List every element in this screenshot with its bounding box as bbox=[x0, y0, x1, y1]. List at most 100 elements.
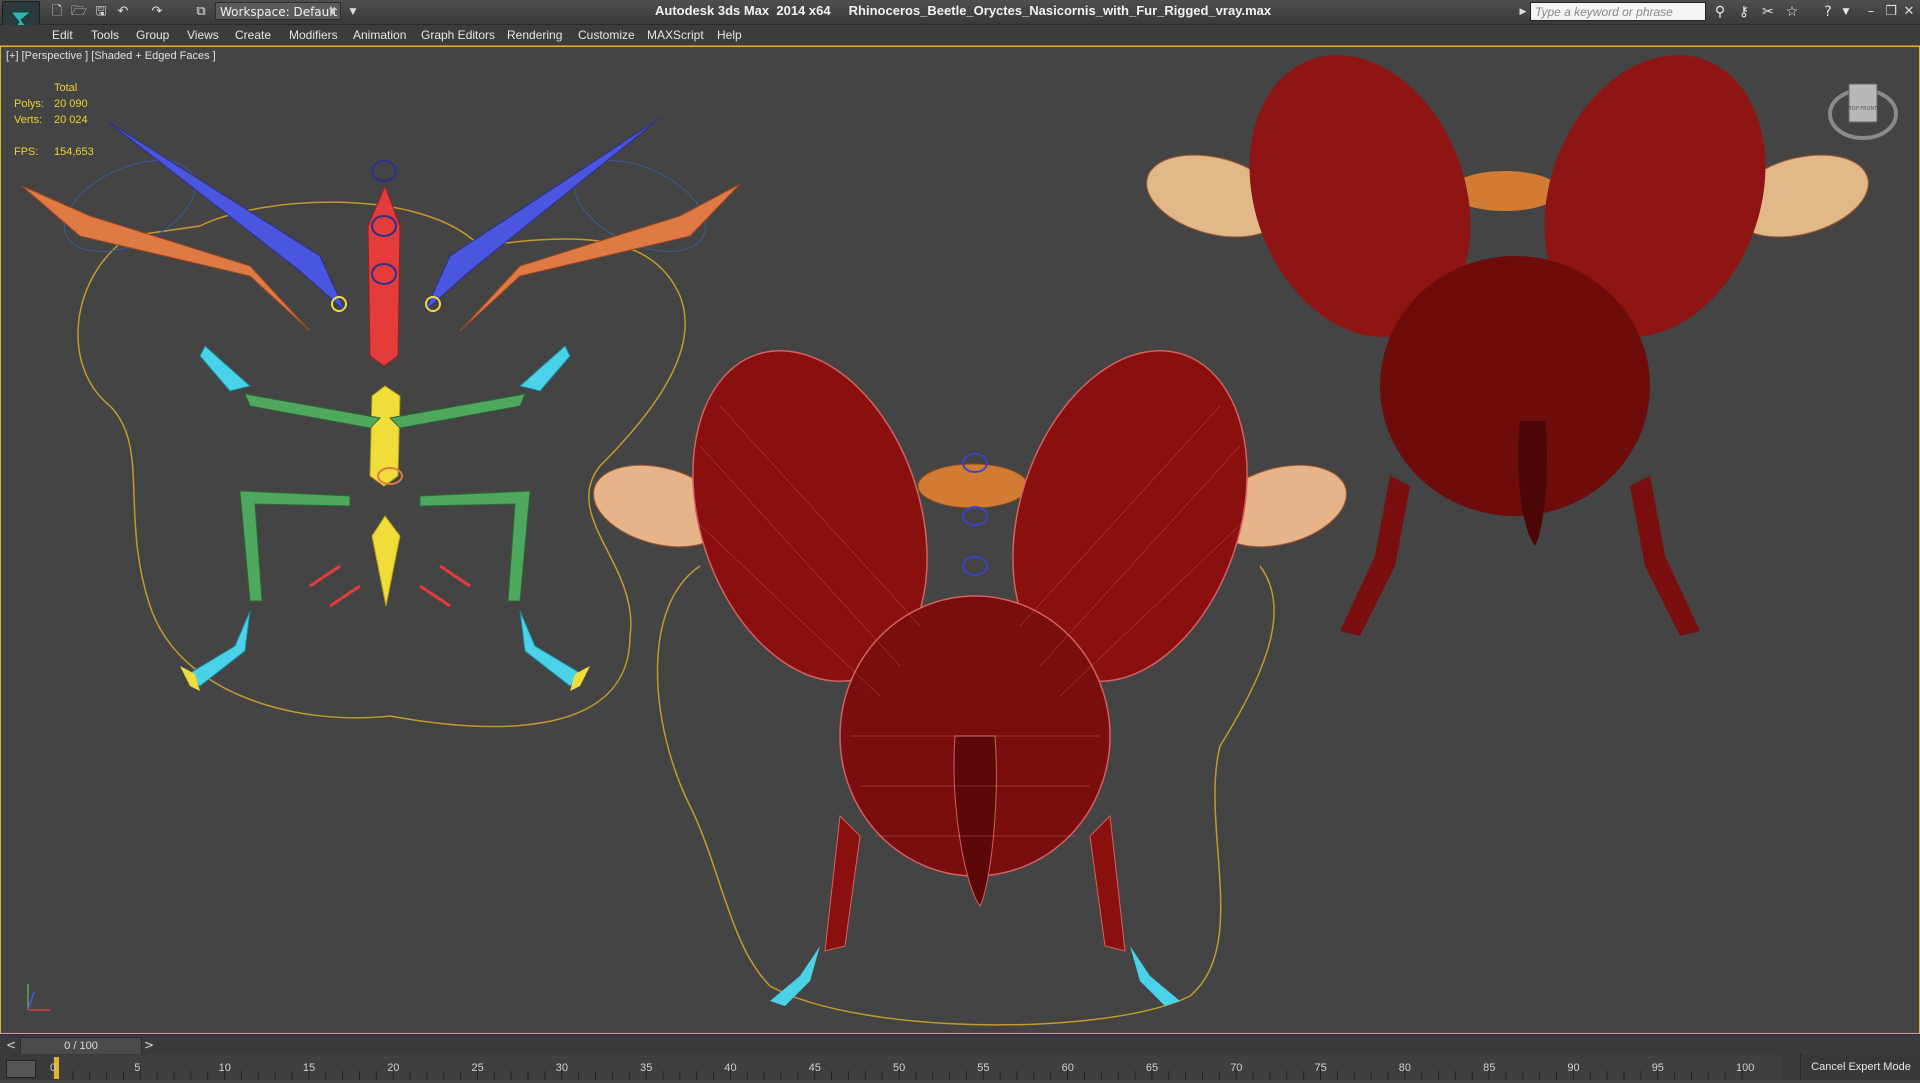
title-bar: 🗋 🗁 🖫 ↶ ↷ ⧉ Workspace: Default ▼ ▼ Autode… bbox=[0, 0, 1920, 25]
bone-leg-mid-right[interactable] bbox=[388, 393, 526, 429]
bone-leg-mid-left[interactable] bbox=[244, 393, 382, 429]
bone-foreleg-left[interactable] bbox=[199, 345, 252, 392]
chevron-down-icon: ▼ bbox=[329, 7, 336, 17]
bone-thorax-yellow[interactable] bbox=[369, 385, 401, 487]
foot-center-right bbox=[1130, 946, 1180, 1006]
time-slider-bar bbox=[0, 1034, 1920, 1055]
track-tick-label: 75 bbox=[1314, 1062, 1327, 1074]
horn[interactable] bbox=[953, 735, 997, 907]
track-tick-label: 35 bbox=[640, 1062, 653, 1074]
track-tick-label: 60 bbox=[1061, 1062, 1074, 1074]
world-axis-tripod bbox=[27, 984, 50, 1011]
bone-foreleg-right[interactable] bbox=[518, 345, 571, 392]
redo-icon[interactable]: ↷ bbox=[146, 3, 168, 21]
menu-group[interactable]: Group bbox=[136, 27, 169, 43]
abdomen-stripes bbox=[917, 463, 1029, 509]
track-tick-label: 10 bbox=[218, 1062, 231, 1074]
track-tick-label: 20 bbox=[387, 1062, 400, 1074]
open-icon[interactable]: 🗁 bbox=[68, 3, 90, 21]
track-tick-label: 40 bbox=[724, 1062, 737, 1074]
bone-rig[interactable] bbox=[21, 117, 741, 728]
leg-mesh-left bbox=[824, 814, 861, 952]
project-folder-icon[interactable]: ⧉ bbox=[190, 3, 212, 21]
track-tick-label: 45 bbox=[808, 1062, 821, 1074]
time-next-button[interactable]: > bbox=[142, 1037, 156, 1053]
menu-tools[interactable]: Tools bbox=[91, 27, 119, 43]
polys-label: Polys: bbox=[14, 98, 44, 110]
3ds-max-window: 🗋 🗁 🖫 ↶ ↷ ⧉ Workspace: Default ▼ ▼ Autode… bbox=[0, 0, 1920, 1080]
menu-maxscript[interactable]: MAXScript bbox=[647, 27, 704, 43]
track-tick-label: 50 bbox=[893, 1062, 906, 1074]
file-title: Rhinoceros_Beetle_Oryctes_Nasicornis_wit… bbox=[848, 3, 1272, 18]
bone-elytra-right[interactable] bbox=[459, 183, 741, 332]
menu-help[interactable]: Help bbox=[717, 27, 742, 43]
menu-create[interactable]: Create bbox=[235, 27, 271, 43]
polys-value: 20 090 bbox=[54, 98, 88, 110]
fps-label: FPS: bbox=[14, 146, 39, 158]
workspace-label: Workspace: Default bbox=[220, 5, 338, 19]
time-slider[interactable]: 0 / 100 bbox=[20, 1037, 142, 1055]
binoculars-icon[interactable]: ⚲ bbox=[1710, 2, 1730, 22]
verts-value: 20 024 bbox=[54, 114, 88, 126]
close-icon[interactable]: ✕ bbox=[1900, 2, 1918, 22]
fps-value: 154,653 bbox=[54, 146, 94, 158]
spine-ctrl-1[interactable] bbox=[371, 160, 397, 182]
cancel-expert-mode-button[interactable]: Cancel Expert Mode bbox=[1800, 1054, 1920, 1080]
render-leg-left bbox=[1340, 476, 1410, 636]
key-icon[interactable]: ⚷ bbox=[1734, 2, 1754, 22]
menu-customize[interactable]: Customize bbox=[578, 27, 635, 43]
track-tick-label: 85 bbox=[1483, 1062, 1496, 1074]
track-tick-label: 30 bbox=[555, 1062, 569, 1074]
viewcube[interactable]: TOP FRONT bbox=[1826, 80, 1900, 146]
favorites-star-icon[interactable]: ☆ bbox=[1782, 2, 1802, 22]
render-pronotum[interactable] bbox=[1380, 256, 1650, 516]
track-tick-label: 5 bbox=[134, 1062, 141, 1074]
menu-rendering[interactable]: Rendering bbox=[507, 27, 562, 43]
track-tick-label: 15 bbox=[302, 1062, 316, 1074]
beetle-wireframe-model[interactable] bbox=[584, 320, 1355, 1026]
menu-views[interactable]: Views bbox=[187, 27, 219, 43]
spine-ctrl-center-3[interactable] bbox=[962, 556, 988, 576]
track-tick-label: 55 bbox=[977, 1062, 990, 1074]
track-tick-label: 70 bbox=[1230, 1062, 1243, 1074]
viewport-scene[interactable] bbox=[0, 46, 1920, 1034]
undo-icon[interactable]: ↶ bbox=[112, 3, 134, 21]
help-dropdown-icon[interactable]: ▼ bbox=[1836, 2, 1856, 22]
bone-leg-rear-right[interactable] bbox=[419, 490, 531, 602]
spine-ctrl-center-2[interactable] bbox=[962, 506, 988, 526]
help-icon[interactable]: ? bbox=[1818, 2, 1838, 22]
app-title: Autodesk 3ds Max 2014 x64 bbox=[655, 3, 831, 18]
bone-abdomen-yellow[interactable] bbox=[371, 515, 401, 607]
track-tick-label: 25 bbox=[471, 1062, 484, 1074]
bone-wing-right-blue[interactable] bbox=[424, 117, 661, 312]
menu-graph-editors[interactable]: Graph Editors bbox=[421, 27, 495, 43]
render-leg-right bbox=[1630, 476, 1700, 636]
customize-qat-icon[interactable]: ▼ bbox=[342, 3, 364, 21]
bone-leg-rear-left[interactable] bbox=[239, 490, 351, 602]
new-file-icon[interactable]: 🗋 bbox=[46, 3, 68, 21]
track-tick-label: 90 bbox=[1567, 1062, 1580, 1074]
save-icon[interactable]: 🖫 bbox=[90, 3, 112, 21]
mini-curve-editor-icon[interactable] bbox=[6, 1060, 36, 1078]
restore-icon[interactable]: ❐ bbox=[1882, 2, 1900, 22]
track-tick-label: 65 bbox=[1145, 1062, 1159, 1074]
track-tick-label: 80 bbox=[1398, 1062, 1412, 1074]
menu-edit[interactable]: Edit bbox=[52, 27, 73, 43]
communication-center-icon[interactable]: ✂ bbox=[1758, 2, 1778, 22]
time-prev-button[interactable]: < bbox=[4, 1037, 18, 1053]
viewcube-face-label: TOP FRONT bbox=[1848, 106, 1879, 112]
track-tick-label: 0 bbox=[50, 1062, 57, 1074]
menu-bar: Edit Tools Group Views Create Modifiers … bbox=[0, 25, 1920, 46]
render-horn bbox=[1518, 421, 1547, 546]
menu-modifiers[interactable]: Modifiers bbox=[289, 27, 338, 43]
viewport-label[interactable]: [+] [Perspective ] [Shaded + Edged Faces… bbox=[6, 50, 216, 62]
verts-label: Verts: bbox=[14, 114, 43, 126]
stats-header: Total bbox=[54, 82, 78, 94]
menu-animation[interactable]: Animation bbox=[353, 27, 406, 43]
track-tick-label: 95 bbox=[1651, 1062, 1664, 1074]
workspace-dropdown[interactable]: Workspace: Default ▼ bbox=[215, 2, 341, 20]
beetle-shaded-model[interactable] bbox=[1138, 46, 1878, 636]
minimize-icon[interactable]: – bbox=[1862, 2, 1880, 22]
search-input[interactable]: Type a keyword or phrase bbox=[1530, 2, 1706, 21]
window-title: Autodesk 3ds Max 2014 x64 Rhinoceros_Bee… bbox=[655, 3, 1271, 18]
